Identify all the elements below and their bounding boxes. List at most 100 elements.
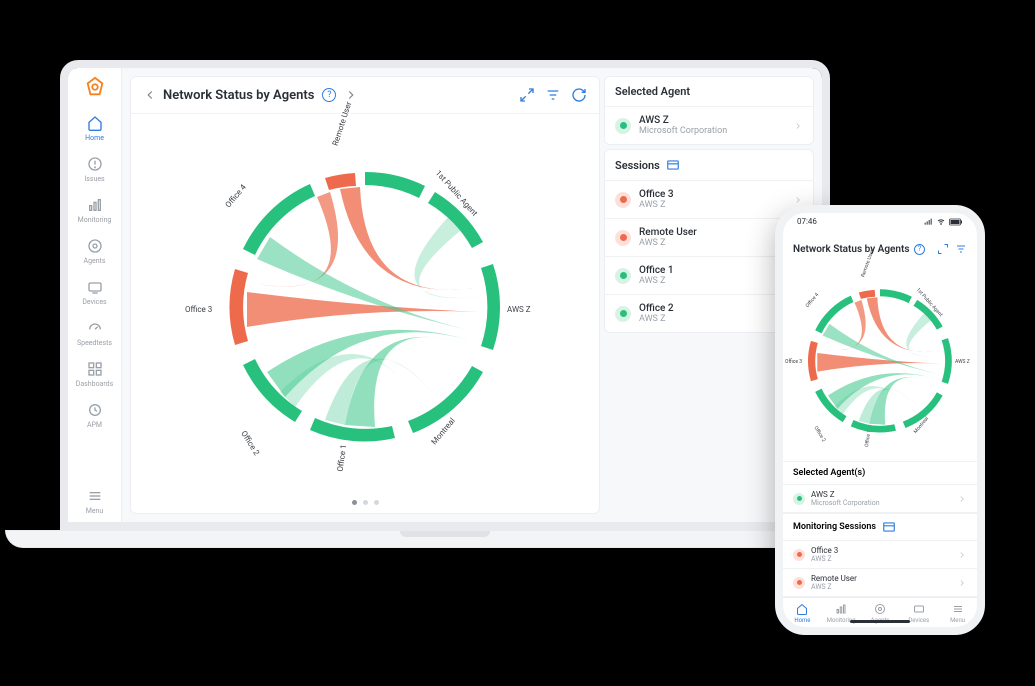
selected-agent-row[interactable]: AWS Z Microsoft Corporation [605,107,813,144]
chart-header: Network Status by Agents ? [131,77,599,114]
phone-chord-label: AWS Z [955,359,970,365]
chevron-right-icon [957,494,967,504]
status-dot-icon [793,549,805,561]
phone-selected-header: Selected Agent(s) [783,461,977,485]
dashboards-icon [87,361,103,377]
sidebar-item-label: Dashboards [76,380,113,388]
sidebar-item-dashboards[interactable]: Dashboards [68,354,121,395]
chart-card: Network Status by Agents ? [130,76,600,514]
phone-agent-sub: Microsoft Corporation [811,499,957,507]
laptop-screen: Home Issues Monitoring Agents Devices [60,60,830,530]
phone-session-sub: AWS Z [811,555,957,563]
info-icon[interactable]: ? [914,244,925,255]
session-name: Office 1 [639,265,793,276]
chevron-right-icon [793,121,803,131]
session-sub: AWS Z [639,314,793,324]
menu-icon [952,603,964,615]
sidebar: Home Issues Monitoring Agents Devices [68,68,122,522]
issues-icon [87,156,103,172]
status-dot-icon [615,306,631,322]
sidebar-item-home[interactable]: Home [68,108,121,149]
phone-status-icons [923,218,963,226]
pager-dot[interactable] [363,500,368,505]
session-name: Office 3 [639,189,793,200]
phone-session-sub: AWS Z [811,583,957,591]
session-name: Remote User [639,227,793,238]
phone-tab-label: Home [794,617,810,624]
pager-dot[interactable] [374,500,379,505]
sidebar-item-speedtests[interactable]: Speedtests [68,313,121,354]
chart-body: Remote User 1st Public Agent AWS Z Montr… [131,114,599,500]
sessions-view-icon[interactable] [882,520,896,534]
sidebar-item-label: Speedtests [77,339,112,347]
sidebar-item-monitoring[interactable]: Monitoring [68,190,121,231]
app-root: Home Issues Monitoring Agents Devices [68,68,822,522]
phone-chart-header: Network Status by Agents ? [783,237,977,261]
status-dot-icon [615,192,631,208]
expand-icon[interactable] [519,87,535,103]
selected-agent-section: Selected Agent AWS Z Microsoft Corporati… [604,76,814,145]
agent-name: AWS Z [639,115,793,126]
phone-session-row[interactable]: Office 3AWS Z [783,541,977,569]
sidebar-item-label: Issues [84,175,104,183]
phone-home-indicator [850,620,910,623]
phone-tabbar: Home Monitoring Agents Devices Menu [783,597,977,634]
sidebar-item-label: Devices [82,298,106,306]
refresh-icon[interactable] [571,87,587,103]
sessions-view-icon[interactable] [666,158,680,172]
filter-icon[interactable] [955,243,967,255]
phone-tab-label: Menu [950,617,965,624]
session-sub: AWS Z [639,276,793,286]
agents-icon [874,603,886,615]
phone-mockup: 07:46 Network Status by Agents ? [775,205,985,635]
sessions-header: Sessions [605,150,813,181]
signal-icon [923,218,933,226]
phone-content: Network Status by Agents ? [783,213,977,627]
phone-chord-diagram[interactable]: Remote User 1st Public Agent AWS Z Montr… [795,276,965,446]
phone-tab-menu[interactable]: Menu [938,603,977,624]
phone-session-row[interactable]: Remote UserAWS Z [783,569,977,597]
devices-icon [87,279,103,295]
sidebar-item-devices[interactable]: Devices [68,272,121,313]
expand-icon[interactable] [937,243,949,255]
session-row[interactable]: Office 3AWS Z [605,181,813,219]
phone-sessions-header: Monitoring Sessions [783,513,977,541]
sidebar-item-label: APM [87,421,102,429]
monitoring-icon [87,197,103,213]
sessions-header-label: Sessions [615,159,660,172]
pager [131,500,599,513]
chevron-right-icon [957,578,967,588]
pager-dot[interactable] [352,500,357,505]
chord-node-label: AWS Z [507,305,531,314]
session-sub: AWS Z [639,200,793,210]
phone-tab-home[interactable]: Home [783,603,822,624]
home-icon [87,115,103,131]
selected-agent-header: Selected Agent [605,77,813,107]
sidebar-item-label: Home [85,134,104,142]
phone-session-name: Remote User [811,574,957,583]
phone-chart-title: Network Status by Agents [793,244,911,255]
filter-icon[interactable] [545,87,561,103]
phone-chart-body: Remote User 1st Public Agent AWS Z Montr… [783,261,977,461]
home-icon [796,603,808,615]
chord-node-label: Office 3 [185,305,212,314]
sidebar-item-menu[interactable]: Menu [68,481,121,522]
phone-session-name: Office 3 [811,546,957,555]
agent-sub: Microsoft Corporation [639,126,793,136]
status-dot-icon [793,577,805,589]
battery-icon [949,218,963,226]
sidebar-item-issues[interactable]: Issues [68,149,121,190]
sidebar-item-label: Menu [86,507,104,515]
sidebar-item-agents[interactable]: Agents [68,231,121,272]
phone-agent-name: AWS Z [811,490,957,499]
chord-diagram[interactable]: Remote User 1st Public Agent AWS Z Montr… [205,147,525,467]
chevron-left-icon[interactable] [143,88,157,102]
sidebar-item-apm[interactable]: APM [68,395,121,436]
chevron-right-icon [793,195,803,205]
sidebar-item-label: Agents [84,257,106,265]
session-sub: AWS Z [639,238,793,248]
info-icon[interactable]: ? [322,88,336,102]
agents-icon [87,238,103,254]
phone-selected-row[interactable]: AWS ZMicrosoft Corporation [783,485,977,513]
laptop-base [5,530,885,548]
